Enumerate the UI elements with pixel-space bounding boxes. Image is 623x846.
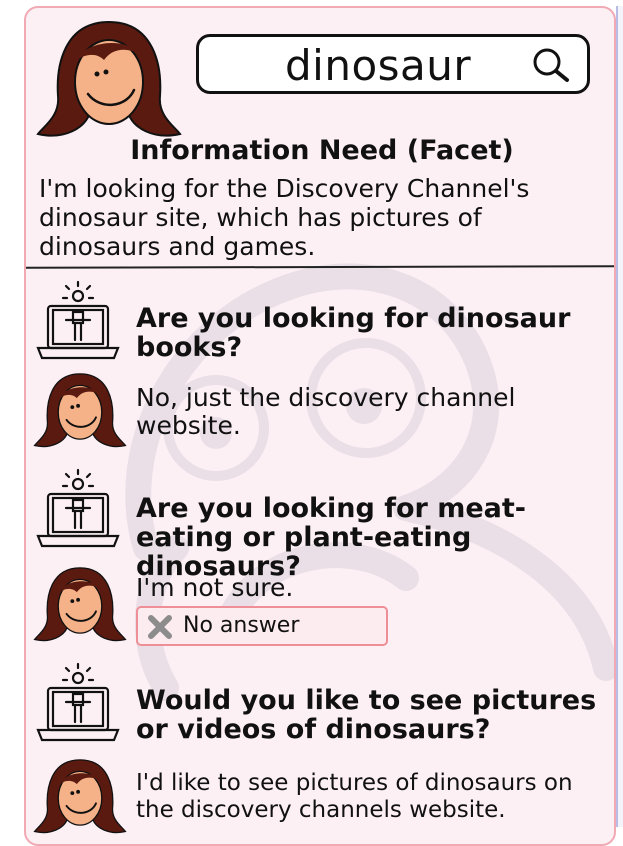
conversation-card: dinosaur Information Need (Facet) I'm lo… — [24, 6, 616, 846]
system-question-1: Are you looking for dinosaur books? — [136, 303, 571, 363]
system-question-2: Are you looking for meat-eating or plant… — [136, 493, 526, 582]
search-query: dinosaur — [285, 41, 472, 90]
user-avatar — [33, 759, 127, 834]
user-reply-3: I'd like to see pictures of dinosaurs on… — [136, 770, 573, 823]
user-avatar — [36, 20, 182, 137]
search-icon[interactable] — [531, 47, 573, 83]
no-answer-badge: No answer — [136, 606, 388, 646]
system-laptop-icon — [36, 662, 120, 742]
information-need-title: Information Need (Facet) — [130, 135, 514, 166]
user-avatar — [33, 373, 127, 448]
system-question-3: Would you like to see pictures or videos… — [136, 685, 597, 745]
user-reply-2: I'm not sure. — [136, 573, 294, 602]
system-laptop-icon — [36, 280, 120, 360]
information-need-text: I'm looking for the Discovery Channel's … — [39, 174, 530, 261]
system-laptop-icon — [36, 468, 120, 548]
search-box[interactable]: dinosaur — [196, 34, 590, 94]
close-icon — [148, 615, 172, 639]
no-answer-label: No answer — [183, 613, 300, 638]
adjacent-panel-edge — [616, 6, 623, 827]
user-avatar — [33, 567, 127, 642]
user-reply-1: No, just the discovery channel website. — [136, 383, 516, 440]
